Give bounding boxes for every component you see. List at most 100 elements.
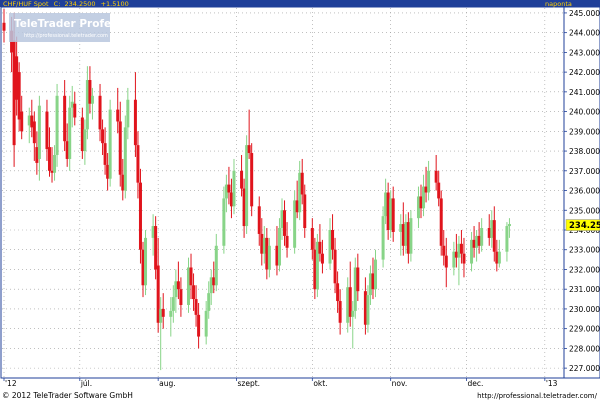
close-value: 234.2500 [64,0,95,8]
x-tick-label: okt. [313,379,327,388]
candle-body [123,127,127,191]
candle-body [98,95,102,130]
candle-body [318,241,322,254]
x-tick-label: aug. [159,379,176,388]
candle-body [336,283,340,302]
footer-bar: © 2012 TeleTrader Software GmbH http://p… [0,390,600,400]
y-tick-label: 229.0000 [569,325,600,334]
candle-body [437,182,441,199]
y-tick-label: 228.0000 [569,344,600,353]
candle-body [126,99,130,128]
candle-body [250,153,254,207]
candle [250,143,254,217]
candle-body [161,308,165,317]
y-tick-label: 237.0000 [569,167,600,176]
x-tick-label: '13 [546,379,558,388]
y-tick-label: 231.0000 [569,285,600,294]
candle-body [240,170,244,189]
period-label: naponta [545,0,572,8]
candle-body [245,145,249,227]
x-tick-label: júl. [80,379,92,388]
candle-body [171,297,175,311]
candle-body [374,259,378,290]
close-label: C: [54,0,61,8]
candle-body [439,198,443,246]
candle-body [267,245,271,270]
candle-body [189,267,193,286]
x-tick-label: '12 [5,379,17,388]
candle-body [108,109,112,179]
candle-body [169,310,173,317]
y-tick-label: 240.0000 [569,108,600,117]
y-tick-label: 236.0000 [569,187,600,196]
svg-text:CHF/HUF Spot C:: CHF/HUF Spot C: 234.2500 +1.5100 [3,0,129,8]
candle-body [90,95,94,104]
candle-body [310,228,314,250]
candle-body [222,198,226,246]
candle-body [45,111,49,150]
candle-body [194,299,198,315]
x-tick-label: szept. [238,379,261,388]
candle [138,168,142,264]
candle-body [366,295,370,325]
candle-body [133,99,137,146]
last-price-label: 234.2500 [569,221,600,231]
header-bar: CHF/HUF Spot C: 234.2500 +1.5100 naponta [0,0,600,8]
y-tick-label: 238.0000 [569,147,600,156]
candle [123,115,127,199]
candle-body [492,220,496,252]
candle-body [505,226,509,252]
candle-body [83,129,87,152]
footer-url: http://professional.teletrader.com/ [477,392,597,400]
y-tick-label: 243.0000 [569,48,600,57]
candle-body [118,121,122,175]
candle-body [434,170,438,183]
candle-body [55,95,59,156]
y-tick-label: 245.0000 [569,9,600,18]
candle-body [338,301,342,323]
candle-body [207,293,211,311]
candle-body [285,235,289,248]
candle-body [507,224,511,227]
candle-body [497,251,501,264]
y-tick-label: 230.0000 [569,305,600,314]
y-tick-label: 233.0000 [569,246,600,255]
candle-body [356,267,360,292]
candle-body [303,194,307,229]
candle-body [381,216,385,260]
candle-body [103,143,107,165]
last-price-marker: 234.2500 [565,219,600,231]
candle-body [101,129,105,144]
candle-body [351,310,355,317]
candle-body [459,243,463,254]
candle-body [197,314,201,337]
candle-body [138,182,142,250]
chart-svg: 227.0000 228.0000 229.0000 230.0000 231.0000… [0,0,600,400]
candle-body [232,170,236,207]
candle-body [444,255,448,268]
plot-area [0,6,565,379]
y-tick-label: 239.0000 [569,127,600,136]
candle-body [300,172,304,195]
chart-root: 227.0000 228.0000 229.0000 230.0000 231.0000… [0,0,600,400]
candle-body [73,103,77,118]
candle-body [53,155,57,173]
candle-body [480,228,484,246]
change-value: +1.5100 [101,0,129,8]
candle-body [442,245,446,256]
candle-body [63,95,67,142]
y-tick-label: 227.0000 [569,364,600,373]
y-tick-label: 242.0000 [569,68,600,77]
candle-body [409,218,413,254]
y-tick-label: 244.0000 [569,29,600,38]
candle-body [277,228,281,266]
candle-body [227,184,231,193]
watermark-url: http://professional.teletrader.com [24,33,108,39]
candle-body [116,109,120,122]
candle-body [391,198,395,232]
x-tick-label: nov. [392,379,408,388]
y-tick-label: 232.0000 [569,265,600,274]
y-tick-label: 241.0000 [569,88,600,97]
candle-body [154,226,158,270]
copyright-text: © 2012 TeleTrader Software GmbH [2,391,133,400]
